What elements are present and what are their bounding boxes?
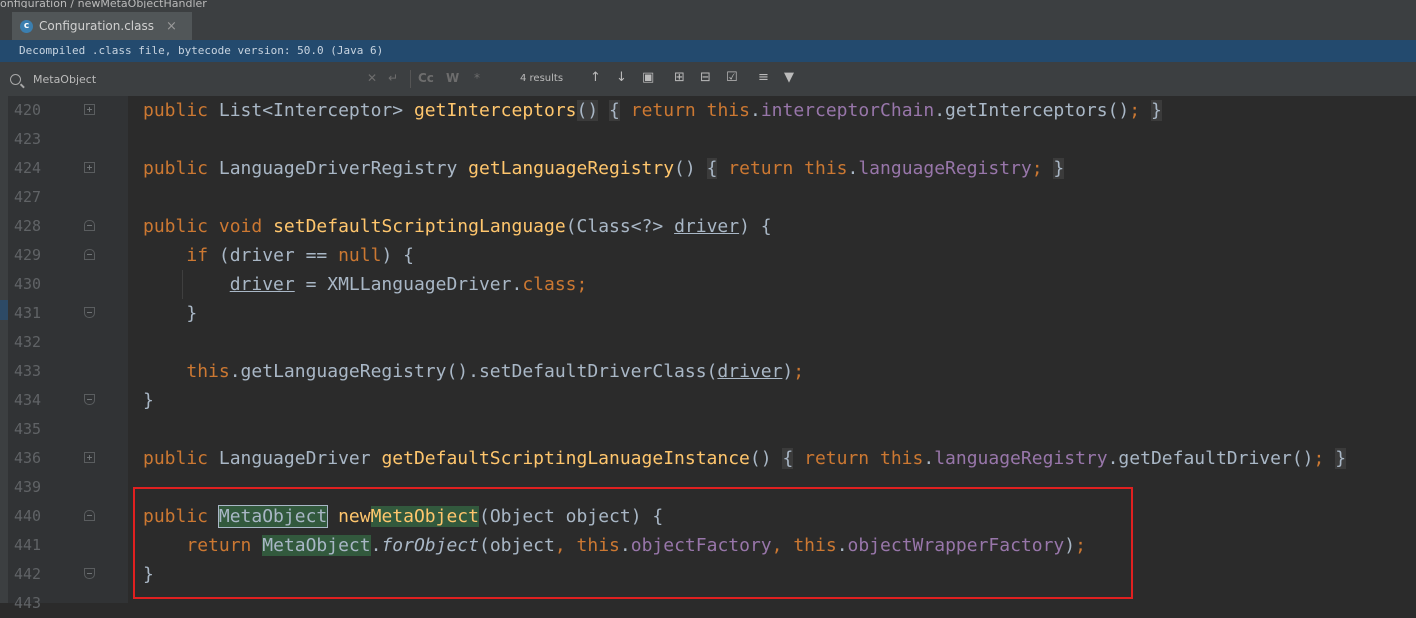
code-line-434: } [143, 390, 154, 411]
class-file-icon: c [20, 19, 33, 33]
search-query: MetaObject [33, 72, 97, 86]
line-number: 439 [14, 478, 42, 496]
line-number: 430 [14, 275, 42, 293]
filter-options-icon[interactable]: ≡ [758, 70, 769, 85]
collapse-fold-icon[interactable] [84, 249, 95, 260]
line-number: 442 [14, 565, 42, 583]
expand-fold-icon[interactable] [84, 162, 95, 173]
collapse-fold-icon[interactable] [84, 394, 95, 405]
match-case-toggle[interactable]: Cc [418, 71, 434, 85]
breadcrumb: onfiguration / newMetaObjectHandler [0, 0, 1416, 8]
line-number: 424 [14, 159, 42, 177]
gutter-row: 435 [0, 415, 1416, 444]
annotation-highlight-box [133, 487, 1133, 599]
folded-region[interactable]: { [706, 158, 718, 179]
regex-toggle[interactable]: * [474, 71, 480, 85]
search-icon[interactable] [10, 73, 21, 85]
line-number: 431 [14, 304, 42, 322]
line-number: 441 [14, 536, 42, 554]
line-number: 420 [14, 101, 42, 119]
code-line-431: } [186, 303, 198, 324]
collapse-fold-icon[interactable] [84, 568, 95, 579]
gutter-row: 423 [0, 125, 1416, 154]
line-number: 433 [14, 362, 42, 380]
line-number: 432 [14, 333, 42, 351]
select-occurrences-icon[interactable]: ☑ [726, 70, 738, 85]
line-number: 436 [14, 449, 42, 467]
close-tab-icon[interactable]: × [166, 19, 177, 34]
breadcrumb-path[interactable]: onfiguration / newMetaObjectHandler [0, 0, 207, 8]
next-occurrence-icon[interactable]: ↓ [616, 70, 627, 85]
code-line-420: public List<Interceptor> getInterceptors… [143, 100, 1162, 121]
gutter-row: 431 [0, 299, 1416, 328]
folded-region[interactable]: { [782, 448, 794, 469]
line-number: 423 [14, 130, 42, 148]
line-number: 434 [14, 391, 42, 409]
new-line-icon[interactable]: ↵ [388, 71, 398, 85]
line-number: 427 [14, 188, 42, 206]
line-number: 435 [14, 420, 42, 438]
clear-search-icon[interactable]: ✕ [367, 71, 377, 85]
line-number: 428 [14, 217, 42, 235]
indent-guide [182, 270, 183, 299]
collapse-fold-icon[interactable] [84, 307, 95, 318]
code-line-433: this.getLanguageRegistry().setDefaultDri… [186, 361, 805, 382]
gutter-row: 432 [0, 328, 1416, 357]
find-bar: MetaObject ✕ ↵ Cc W * 4 results ↑ ↓ ▣ ⊞ … [0, 62, 1416, 97]
select-all-occurrences-icon[interactable]: ▣ [642, 70, 654, 85]
previous-occurrence-icon[interactable]: ↑ [590, 70, 601, 85]
line-number: 443 [14, 594, 42, 612]
code-line-436: public LanguageDriver getDefaultScriptin… [143, 448, 1347, 469]
toolbar-divider [410, 70, 411, 88]
filter-icon[interactable]: ▼ [784, 70, 794, 85]
code-line-424: public LanguageDriverRegistry getLanguag… [143, 158, 1065, 179]
gutter-row: 427 [0, 183, 1416, 212]
code-line-428: public void setDefaultScriptingLanguage(… [143, 216, 772, 237]
search-input[interactable]: MetaObject [10, 70, 410, 88]
gutter-row: 434 [0, 386, 1416, 415]
code-line-430: driver = XMLLanguageDriver.class; [229, 274, 588, 295]
banner-text: Decompiled .class file, bytecode version… [19, 44, 384, 57]
code-line-429: if (driver == null) { [186, 245, 414, 266]
tab-configuration-class[interactable]: c Configuration.class × [12, 12, 192, 40]
whole-words-toggle[interactable]: W [446, 71, 459, 85]
folded-region[interactable]: { [609, 100, 620, 121]
add-selection-icon[interactable]: ⊞ [674, 70, 685, 85]
search-results-count: 4 results [520, 73, 564, 84]
tab-label: Configuration.class [39, 19, 154, 33]
remove-selection-icon[interactable]: ⊟ [700, 70, 711, 85]
collapse-fold-icon[interactable] [84, 220, 95, 231]
expand-fold-icon[interactable] [84, 452, 95, 463]
line-number: 429 [14, 246, 42, 264]
decompiled-banner: Decompiled .class file, bytecode version… [0, 40, 1416, 62]
collapse-fold-icon[interactable] [84, 510, 95, 521]
expand-fold-icon[interactable] [84, 104, 95, 115]
line-number: 440 [14, 507, 42, 525]
editor-tab-bar: c Configuration.class × [0, 8, 1416, 41]
